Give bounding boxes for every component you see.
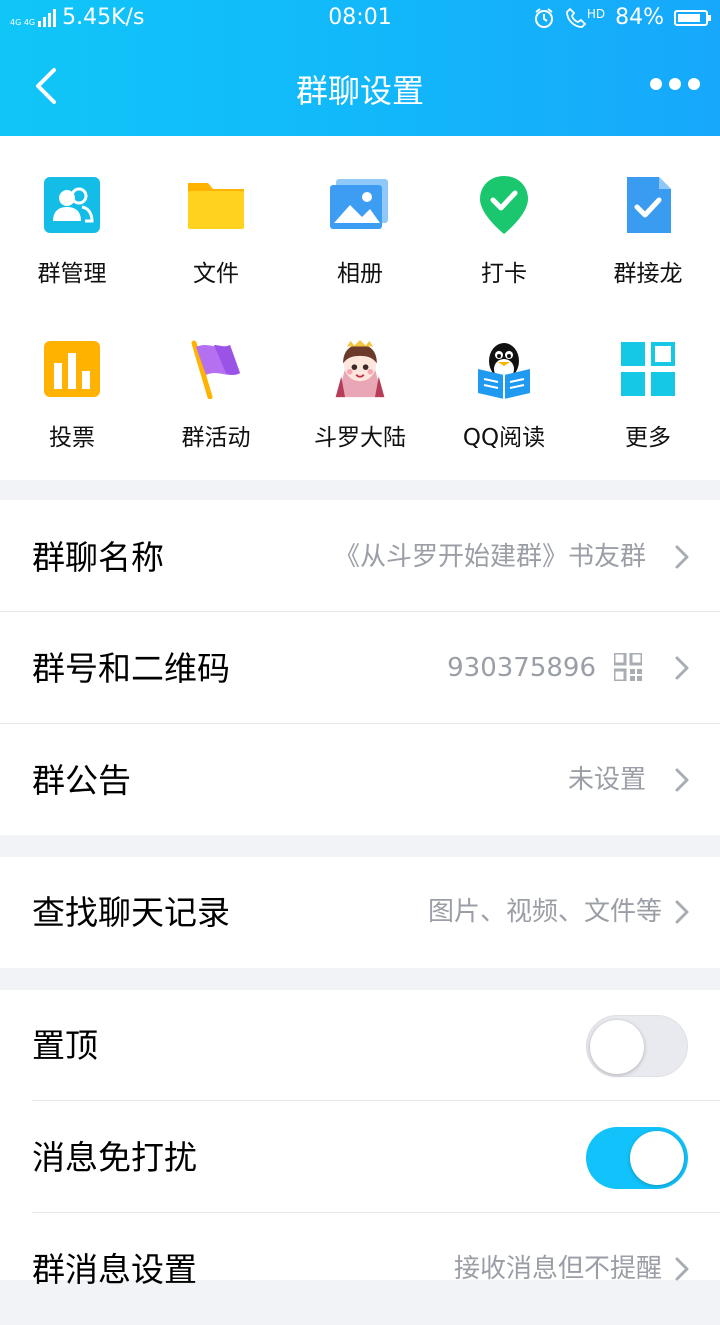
app-label: 文件 bbox=[193, 261, 239, 287]
qr-code-icon bbox=[614, 653, 642, 681]
app-header: 4G 4G 5.45K/s 08:01 HD 84% 群聊设置 bbox=[0, 0, 720, 136]
group-manage-icon bbox=[44, 177, 100, 233]
app-label: 斗罗大陆 bbox=[314, 425, 406, 451]
pin-top-toggle[interactable] bbox=[586, 1015, 688, 1077]
flag-icon bbox=[191, 340, 240, 399]
douluo-icon bbox=[335, 339, 385, 398]
app-label: 群接龙 bbox=[613, 261, 683, 287]
app-activity[interactable]: 群活动 bbox=[144, 308, 288, 458]
row-label: 消息免打扰 bbox=[32, 1138, 197, 1177]
row-label: 群公告 bbox=[32, 761, 131, 800]
row-label: 群消息设置 bbox=[32, 1250, 197, 1289]
folder-icon bbox=[188, 183, 244, 229]
phone-icon bbox=[565, 7, 587, 28]
more-options-icon[interactable] bbox=[650, 78, 700, 90]
check-in-icon bbox=[480, 176, 528, 234]
battery-percent: 84% bbox=[615, 5, 664, 30]
search-history-hint: 图片、视频、文件等 bbox=[427, 897, 662, 927]
message-settings-value: 接收消息但不提醒 bbox=[453, 1254, 662, 1284]
row-label: 群聊名称 bbox=[32, 538, 164, 577]
alarm-icon bbox=[534, 7, 553, 28]
group-apps-grid: 群管理 文件 相册 打卡 群接龙 投票 群活动 斗罗大陆 QQ阅读 更多 bbox=[0, 136, 720, 480]
do-not-disturb-toggle[interactable] bbox=[586, 1127, 688, 1189]
vote-icon bbox=[44, 341, 100, 397]
app-label: 相册 bbox=[337, 261, 383, 287]
chevron-right-icon bbox=[675, 545, 689, 569]
hd-label: HD bbox=[586, 6, 606, 21]
app-label: 更多 bbox=[625, 425, 671, 451]
search-section: 查找聊天记录 图片、视频、文件等 bbox=[0, 857, 720, 968]
qq-read-icon bbox=[478, 343, 530, 399]
pin-top-row: 置顶 bbox=[0, 990, 720, 1101]
chevron-right-icon bbox=[675, 900, 689, 924]
divider bbox=[0, 611, 720, 612]
app-label: 投票 bbox=[49, 425, 95, 451]
album-icon bbox=[330, 179, 388, 229]
row-label: 置顶 bbox=[32, 1026, 98, 1065]
app-label: 打卡 bbox=[481, 261, 527, 287]
group-info-section: 群聊名称 《从斗罗开始建群》书友群 群号和二维码 930375896 群公告 未… bbox=[0, 500, 720, 835]
app-qq-read[interactable]: QQ阅读 bbox=[432, 308, 576, 458]
app-label: 群活动 bbox=[181, 425, 251, 451]
divider bbox=[0, 723, 720, 724]
more-grid-icon bbox=[621, 342, 675, 396]
row-label: 查找聊天记录 bbox=[32, 893, 230, 932]
battery-icon bbox=[674, 9, 711, 26]
app-album[interactable]: 相册 bbox=[288, 144, 432, 294]
app-more[interactable]: 更多 bbox=[576, 308, 720, 458]
app-group-manage[interactable]: 群管理 bbox=[0, 144, 144, 294]
message-settings-row[interactable]: 群消息设置 接收消息但不提醒 bbox=[0, 1214, 720, 1325]
divider bbox=[32, 1212, 720, 1213]
chevron-right-icon bbox=[675, 1257, 689, 1281]
page-title: 群聊设置 bbox=[295, 72, 424, 110]
do-not-disturb-row: 消息免打扰 bbox=[0, 1102, 720, 1213]
chevron-right-icon bbox=[675, 768, 689, 792]
app-check-in[interactable]: 打卡 bbox=[432, 144, 576, 294]
app-vote[interactable]: 投票 bbox=[0, 308, 144, 458]
announcement-row[interactable]: 群公告 未设置 bbox=[0, 725, 720, 836]
announcement-value: 未设置 bbox=[567, 765, 646, 795]
relay-icon bbox=[627, 177, 671, 233]
app-label: QQ阅读 bbox=[462, 425, 546, 451]
row-label: 群号和二维码 bbox=[32, 649, 230, 688]
divider bbox=[32, 1100, 720, 1101]
search-history-row[interactable]: 查找聊天记录 图片、视频、文件等 bbox=[0, 857, 720, 968]
group-name-row[interactable]: 群聊名称 《从斗罗开始建群》书友群 bbox=[0, 502, 720, 613]
app-relay[interactable]: 群接龙 bbox=[576, 144, 720, 294]
group-number-row[interactable]: 群号和二维码 930375896 bbox=[0, 613, 720, 724]
app-douluo[interactable]: 斗罗大陆 bbox=[288, 308, 432, 458]
chevron-right-icon bbox=[675, 656, 689, 680]
status-bar: 4G 4G 5.45K/s 08:01 HD 84% bbox=[0, 0, 720, 38]
app-label: 群管理 bbox=[37, 261, 107, 287]
group-number-value: 930375896 bbox=[447, 653, 596, 683]
message-section: 置顶 消息免打扰 群消息设置 接收消息但不提醒 bbox=[0, 990, 720, 1289]
nav-bar: 群聊设置 bbox=[0, 40, 720, 136]
group-name-value: 《从斗罗开始建群》书友群 bbox=[333, 542, 646, 572]
app-files[interactable]: 文件 bbox=[144, 144, 288, 294]
